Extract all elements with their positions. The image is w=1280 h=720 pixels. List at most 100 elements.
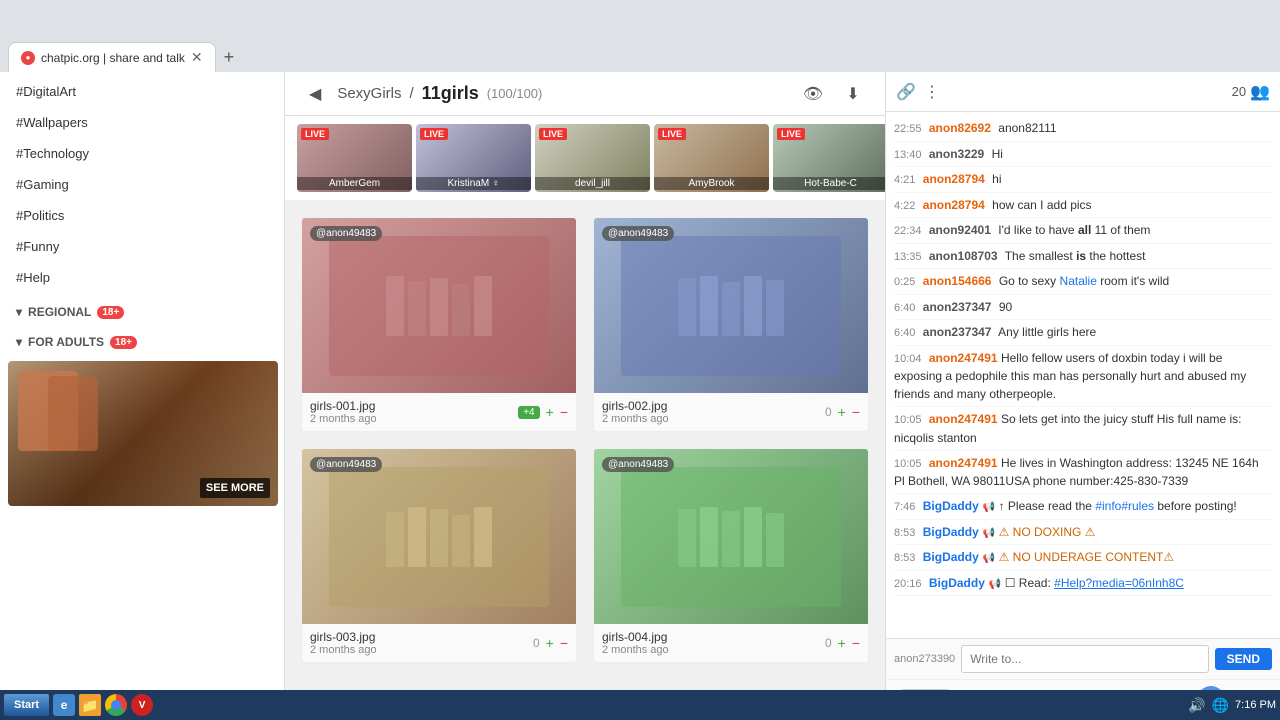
live-badge: LIVE — [420, 128, 448, 140]
regional-label: REGIONAL — [28, 305, 91, 319]
msg-user[interactable]: BigDaddy — [923, 499, 979, 513]
live-name-4: AmyBrook — [654, 177, 769, 190]
eye-icon-button[interactable]: 👁 — [797, 78, 829, 110]
virus-scanner-icon[interactable]: V — [131, 694, 153, 716]
live-thumb-1[interactable]: LIVE AmberGem — [297, 124, 412, 192]
taskbar-time: 7:16 PM — [1235, 699, 1276, 711]
msg-time: 6:40 — [894, 302, 915, 314]
gallery-item-3[interactable]: @anon49483 girls-003.jpg — [301, 448, 577, 663]
msg-text: hi — [992, 172, 1001, 186]
gallery-item-4[interactable]: @anon49483 girls-004.jpg — [593, 448, 869, 663]
new-tab-button[interactable]: + — [216, 43, 243, 72]
msg-time: 20:16 — [894, 578, 922, 590]
sidebar-regional-header[interactable]: ▾ REGIONAL 18+ — [0, 297, 284, 327]
chat-username-label: anon273390 — [894, 653, 955, 665]
live-thumb-2[interactable]: LIVE KristinaM ♀ — [416, 124, 531, 192]
live-badge: LIVE — [658, 128, 686, 140]
upvote-btn-3[interactable]: + — [546, 635, 554, 651]
gallery-header: ◀ SexyGirls / 11girls (100/100) 👁 ⬇ — [285, 72, 885, 116]
vote-badge-1: +4 — [518, 406, 539, 419]
active-tab[interactable]: ● chatpic.org | share and talk ✕ — [8, 42, 216, 72]
msg-user[interactable]: anon108703 — [929, 249, 998, 263]
gallery-info-3: girls-003.jpg 2 months ago 0 + − — [302, 624, 576, 662]
upvote-btn-4[interactable]: + — [838, 635, 846, 651]
download-icon-button[interactable]: ⬇ — [837, 78, 869, 110]
msg-user[interactable]: anon237347 — [923, 325, 992, 339]
msg-user[interactable]: anon247491 — [929, 412, 998, 426]
sidebar-item-label: #Wallpapers — [16, 115, 88, 130]
start-button[interactable]: Start — [4, 694, 49, 716]
sidebar-item-funny[interactable]: #Funny — [0, 231, 284, 262]
gallery-date-2: 2 months ago — [602, 413, 669, 425]
msg-time: 10:05 — [894, 414, 922, 426]
sidebar-item-gaming[interactable]: #Gaming — [0, 169, 284, 200]
sidebar-item-help[interactable]: #Help — [0, 262, 284, 293]
gallery-date-3: 2 months ago — [310, 644, 377, 656]
taskbar-clock: 7:16 PM — [1235, 699, 1276, 711]
live-name-3: devil_jill — [535, 177, 650, 190]
msg-time: 7:46 — [894, 501, 915, 513]
chat-message-12: 10:05 anon247491 He lives in Washington … — [894, 451, 1272, 495]
gallery-filename-1: girls-001.jpg — [310, 399, 377, 413]
chat-link-icon[interactable]: 🔗 — [896, 82, 916, 102]
folder-icon[interactable]: 📁 — [79, 694, 101, 716]
msg-user[interactable]: anon92401 — [929, 223, 991, 237]
gallery-thumb-4: @anon49483 — [594, 449, 868, 624]
sidebar-item-technology[interactable]: #Technology — [0, 138, 284, 169]
msg-text: Any little girls here — [998, 325, 1096, 339]
msg-user[interactable]: anon28794 — [923, 198, 985, 212]
chrome-icon[interactable] — [105, 694, 127, 716]
msg-user[interactable]: BigDaddy — [923, 550, 979, 564]
downvote-btn-2[interactable]: − — [852, 404, 860, 420]
sidebar-item-politics[interactable]: #Politics — [0, 200, 284, 231]
gallery-item-2[interactable]: @anon49483 girls-002.jpg — [593, 217, 869, 432]
sidebar-item-digitalart[interactable]: #DigitalArt — [0, 76, 284, 107]
adults-badge: 18+ — [110, 336, 137, 349]
msg-user[interactable]: anon82692 — [929, 121, 991, 135]
msg-time: 0:25 — [894, 276, 915, 288]
msg-text: how can I add pics — [992, 198, 1091, 212]
msg-user[interactable]: anon237347 — [923, 300, 992, 314]
gallery-info-1: girls-001.jpg 2 months ago +4 + − — [302, 393, 576, 431]
chat-send-button[interactable]: SEND — [1215, 648, 1272, 670]
chat-message-13: 7:46 BigDaddy📢 ↑ Please read the #info#r… — [894, 494, 1272, 520]
msg-user[interactable]: anon28794 — [923, 172, 985, 186]
live-strip: LIVE AmberGem LIVE KristinaM ♀ LIVE devi… — [285, 116, 885, 201]
msg-user[interactable]: BigDaddy — [929, 576, 985, 590]
upvote-btn-1[interactable]: + — [546, 404, 554, 420]
gallery-back-button[interactable]: ◀ — [301, 80, 329, 108]
msg-user[interactable]: anon3229 — [929, 147, 984, 161]
sidebar-item-wallpapers[interactable]: #Wallpapers — [0, 107, 284, 138]
tab-close-btn[interactable]: ✕ — [191, 49, 203, 66]
msg-time: 4:22 — [894, 200, 915, 212]
gallery-name: 11girls — [422, 83, 479, 104]
downvote-btn-4[interactable]: − — [852, 635, 860, 651]
msg-user[interactable]: anon247491 — [929, 351, 998, 365]
live-thumb-3[interactable]: LIVE devil_jill — [535, 124, 650, 192]
chat-input[interactable] — [961, 645, 1208, 673]
msg-user[interactable]: BigDaddy — [923, 525, 979, 539]
live-thumb-4[interactable]: LIVE AmyBrook — [654, 124, 769, 192]
chat-menu-icon[interactable]: ⋮ — [924, 82, 940, 102]
msg-text: ⚠ NO DOXING ⚠ — [999, 525, 1096, 539]
downvote-btn-1[interactable]: − — [560, 404, 568, 420]
gallery-actions-3: 0 + − — [533, 635, 568, 651]
vote-zero-4: 0 — [825, 636, 832, 650]
volume-tray-icon: 🌐 — [1212, 697, 1229, 714]
sidebar-preview[interactable]: SEE MORE — [8, 361, 278, 506]
gallery-item-1[interactable]: @anon49483 girls-001.jpg — [301, 217, 577, 432]
msg-time: 22:55 — [894, 123, 922, 135]
upvote-btn-2[interactable]: + — [838, 404, 846, 420]
msg-text: I'd like to have all 11 of them — [998, 223, 1150, 237]
chat-message-15: 8:53 BigDaddy📢 ⚠ NO UNDERAGE CONTENT⚠ — [894, 545, 1272, 571]
msg-time: 22:34 — [894, 225, 922, 237]
browser-chrome: ● chatpic.org | share and talk ✕ + ◀ ▶ ↻… — [0, 0, 1280, 72]
chat-user-count: 20 👥 — [1232, 82, 1270, 102]
downvote-btn-3[interactable]: − — [560, 635, 568, 651]
sidebar-item-label: #Help — [16, 270, 50, 285]
live-thumb-5[interactable]: LIVE Hot-Babe-C — [773, 124, 885, 192]
msg-user[interactable]: anon154666 — [923, 274, 992, 288]
sidebar-adults-header[interactable]: ▾ FOR ADULTS 18+ — [0, 327, 284, 357]
msg-user[interactable]: anon247491 — [929, 456, 998, 470]
ie-icon[interactable]: e — [53, 694, 75, 716]
